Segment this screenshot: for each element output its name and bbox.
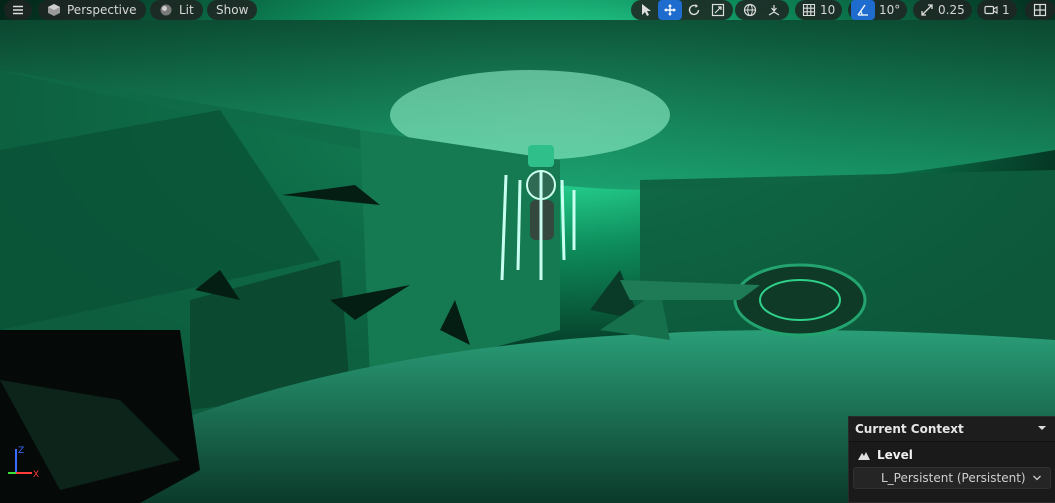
viewport-layout-button[interactable] [1028, 0, 1052, 20]
viewport-layout-group [1025, 0, 1055, 20]
chevron-down-icon [1033, 475, 1041, 481]
context-panel-body: Level L_Persistent (Persistent) [849, 442, 1055, 492]
coordinate-system-group [735, 0, 789, 20]
axis-gizmo: Z X [6, 443, 46, 483]
level-dropdown[interactable]: L_Persistent (Persistent) [853, 467, 1051, 489]
perspective-label: Perspective [67, 3, 137, 17]
rotate-tool-button[interactable] [682, 0, 706, 20]
axis-z-label: Z [18, 446, 24, 456]
camera-speed-value: 1 [1002, 3, 1010, 17]
level-label: Level [877, 448, 913, 462]
move-arrows-icon [664, 4, 676, 16]
select-tool-button[interactable] [634, 0, 658, 20]
camera-speed-button[interactable]: 1 [980, 0, 1014, 20]
scale-icon [711, 3, 725, 17]
viewport-options-menu-button[interactable] [4, 0, 32, 20]
scale-tool-button[interactable] [706, 0, 730, 20]
level-dropdown-value: L_Persistent (Persistent) [881, 471, 1026, 485]
rotate-icon [688, 4, 700, 16]
collapse-chevron-icon[interactable] [1037, 423, 1049, 435]
translate-tool-button[interactable] [658, 0, 682, 20]
globe-icon [743, 3, 757, 17]
surface-snapping-button[interactable] [762, 0, 786, 20]
grid-icon [802, 3, 816, 17]
axis-x-label: X [33, 470, 39, 480]
transform-tools-group [631, 0, 733, 20]
scale-snap-toggle[interactable]: 0.25 [916, 0, 969, 20]
context-panel-title: Current Context [855, 422, 964, 436]
show-flags-button[interactable]: Show [207, 0, 258, 20]
grid-snap-toggle[interactable]: 10 [798, 0, 839, 20]
grid-snap-group: 10 [795, 0, 843, 20]
angle-snap-group: 10° [848, 0, 908, 20]
angle-snap-toggle[interactable] [851, 0, 875, 20]
angle-icon [857, 4, 868, 16]
lit-label: Lit [179, 3, 194, 17]
view-mode-lit-button[interactable]: Lit [150, 0, 203, 20]
angle-snap-value-button[interactable]: 10° [875, 0, 904, 20]
show-label: Show [216, 3, 249, 17]
surface-snap-icon [768, 5, 780, 16]
camera-speed-group: 1 [977, 0, 1017, 20]
scale-snap-icon [921, 4, 933, 16]
layout-grid-icon [1033, 3, 1047, 17]
grid-snap-value: 10 [820, 3, 836, 17]
cube-icon [47, 3, 61, 17]
hamburger-icon [11, 3, 25, 17]
lit-sphere-icon [159, 3, 173, 17]
context-panel-header[interactable]: Current Context [849, 417, 1055, 442]
cursor-arrow-icon [642, 4, 651, 16]
level-mountain-icon [858, 452, 870, 460]
level-row: Level [853, 445, 1051, 465]
angle-snap-value: 10° [879, 3, 901, 17]
world-coordinates-button[interactable] [738, 0, 762, 20]
scale-snap-value: 0.25 [938, 3, 965, 17]
scale-snap-group: 0.25 [913, 0, 972, 20]
current-context-panel: Current Context Level L_Persistent (Pers… [848, 416, 1055, 503]
perspective-view-button[interactable]: Perspective [38, 0, 146, 20]
camera-icon [984, 5, 998, 15]
